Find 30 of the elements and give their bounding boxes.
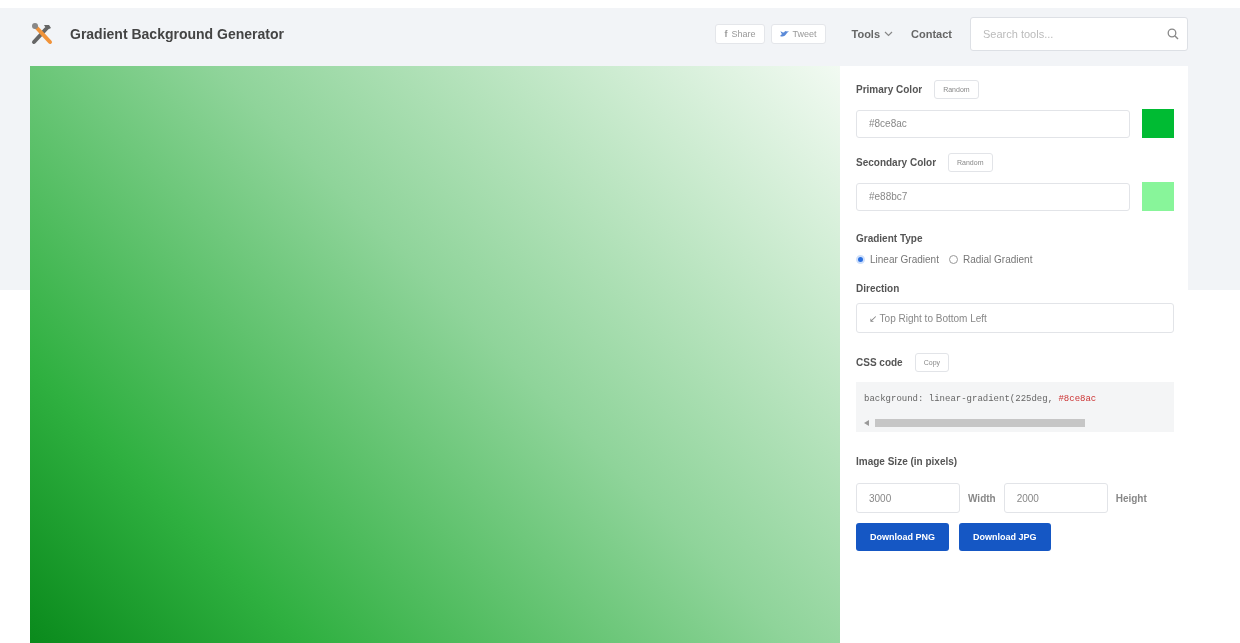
field-label: CSS code [856,357,903,368]
field-label: Direction [856,283,901,294]
search-icon[interactable] [1167,28,1179,40]
app-title: Gradient Background Generator [70,26,284,42]
nav-link[interactable]: Tools [851,28,894,40]
bird-icon [779,30,789,38]
chevron-icon[interactable] [884,31,894,37]
color-swatch[interactable] [1142,182,1174,211]
nav-link[interactable]: Contact [911,28,952,40]
code-line: background: linear-gradient(225deg, #8ce8ac [864,394,1098,404]
field-label: Secondary Color [856,157,937,168]
color-swatch[interactable] [1142,109,1174,138]
share-button[interactable]: f Share [715,24,765,44]
size-input[interactable]: 3000 [856,483,960,513]
size-input[interactable]: 2000 [1003,483,1108,513]
size-label: Width [968,492,996,504]
search-field[interactable]: Search tools... [970,17,1188,51]
field-label: Primary Color [856,84,923,95]
field-label: Gradient Type [856,233,924,244]
arrow-left-icon[interactable] [864,420,869,426]
download-button[interactable]: Download PNG [856,523,949,551]
radio-option[interactable]: Radial Gradient [948,254,1033,265]
direction-select[interactable]: ↙ Top Right to Bottom Left [856,303,1174,333]
field-label: Image Size (in pixels) [856,456,959,467]
color-input[interactable]: #8ce8ac [856,109,1131,138]
color-input[interactable]: #e88bc7 [856,182,1131,211]
download-button[interactable]: Download JPG [959,523,1051,551]
share-button[interactable]: Tweet [770,24,826,44]
size-label: Height [1115,492,1147,504]
radio-option[interactable]: Linear Gradient [856,254,939,265]
